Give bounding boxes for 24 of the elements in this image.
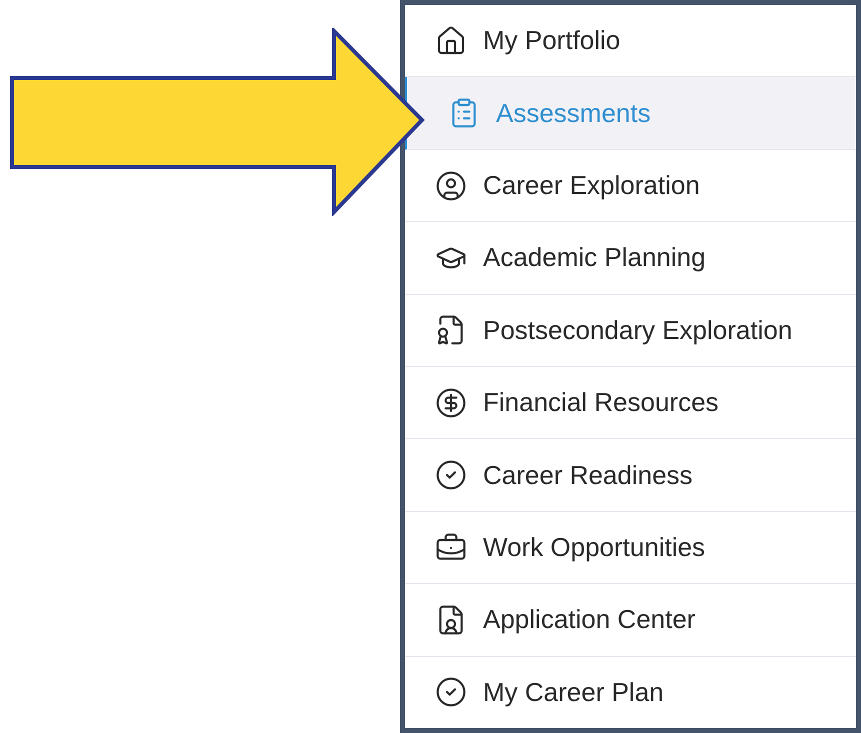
- menu-label: Work Opportunities: [483, 531, 706, 564]
- menu-label: My Portfolio: [483, 24, 620, 58]
- menu-item[interactable]: Academic Planning: [405, 222, 856, 295]
- arrow-pointer-icon: [10, 28, 426, 216]
- menu-label: My Career Plan: [483, 676, 664, 709]
- menu-item[interactable]: Career Readiness: [405, 439, 856, 512]
- menu-item[interactable]: Financial Resources: [405, 367, 856, 440]
- check-circle-icon: [435, 459, 467, 492]
- menu-label: Career Exploration: [483, 169, 700, 202]
- menu-label: Postsecondary Exploration: [483, 314, 792, 347]
- menu-item[interactable]: Work Opportunities: [405, 512, 856, 584]
- menu-label: Academic Planning: [483, 241, 706, 274]
- check-circle-icon: [435, 676, 467, 708]
- home-icon: [435, 24, 467, 57]
- menu-item[interactable]: My Career Plan: [405, 656, 856, 728]
- dollar-icon: [435, 386, 467, 419]
- menu-item[interactable]: Career Exploration: [405, 150, 856, 222]
- menu-label: Career Readiness: [483, 458, 693, 492]
- menu-label: Assessments: [496, 96, 651, 130]
- menu-label: Financial Resources: [483, 386, 719, 420]
- person-circle-icon: [435, 170, 467, 202]
- menu-label: Application Center: [483, 603, 696, 636]
- menu-item[interactable]: Postsecondary Exploration: [405, 294, 856, 368]
- menu-item[interactable]: Application Center: [405, 584, 856, 657]
